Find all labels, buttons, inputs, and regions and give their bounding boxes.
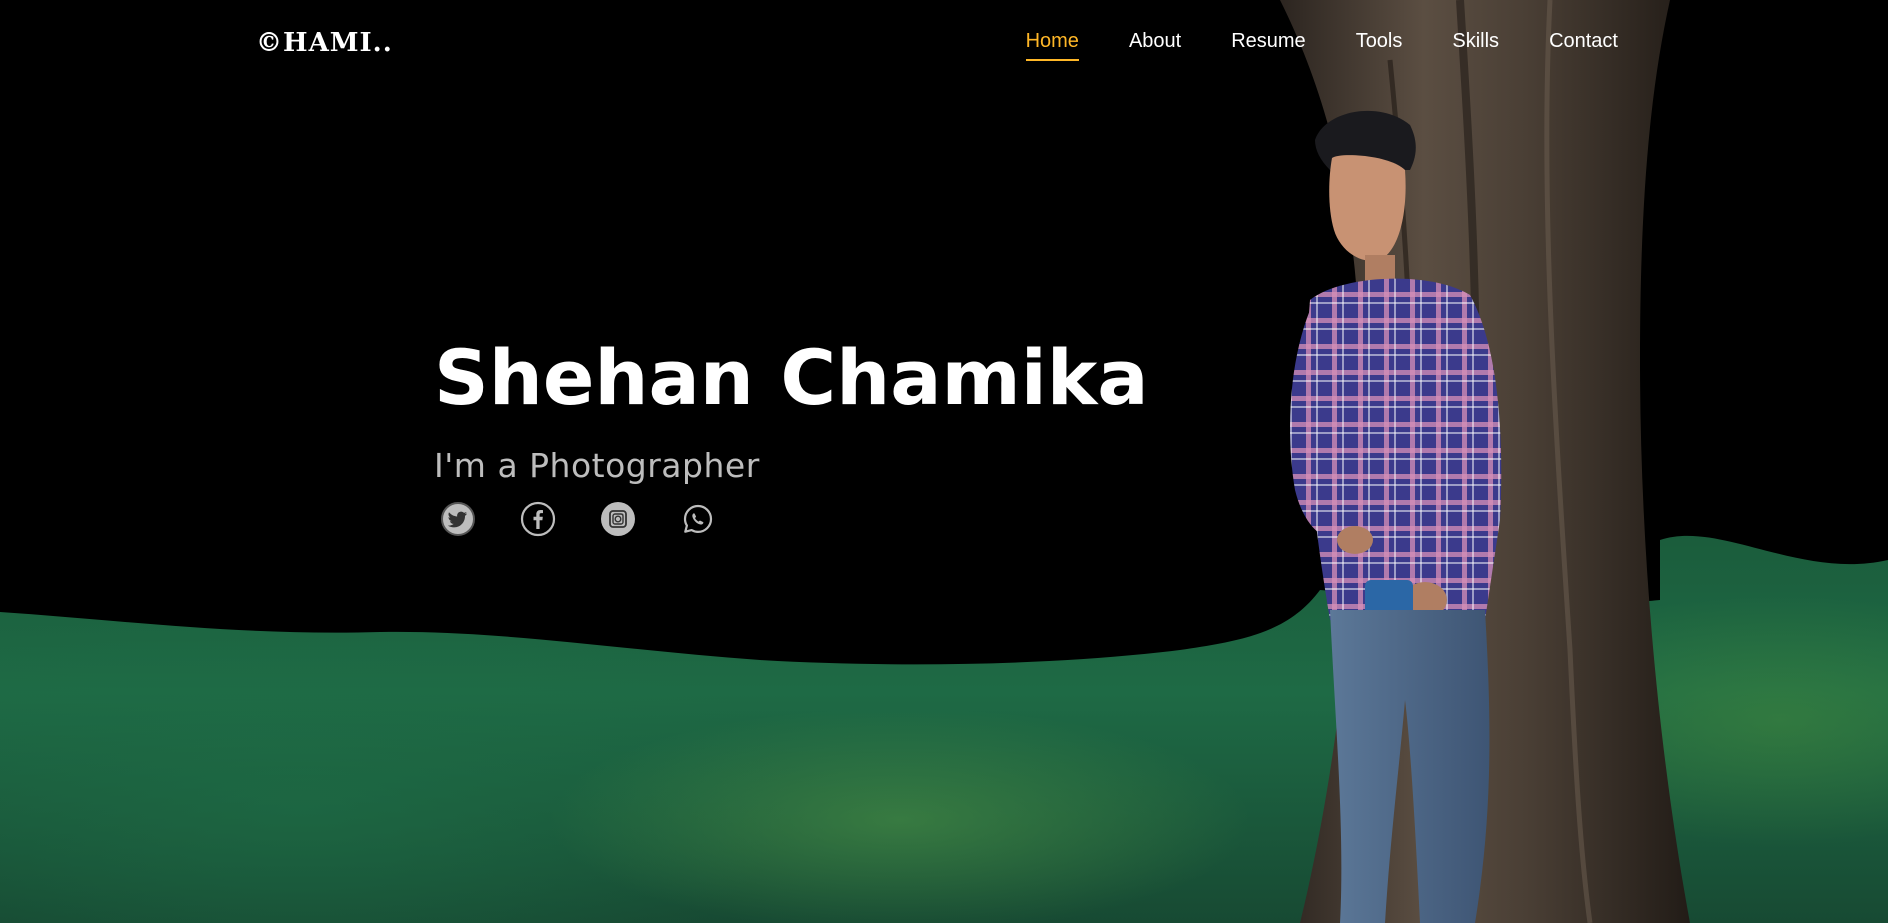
instagram-icon bbox=[601, 501, 635, 536]
social-links bbox=[440, 501, 1149, 537]
brand-logo[interactable]: ©HAMI.. bbox=[256, 28, 393, 58]
hero-section: ©HAMI.. Home About Resume Tools Skills C… bbox=[0, 0, 1888, 923]
facebook-link[interactable] bbox=[520, 501, 556, 537]
nav-item-home[interactable]: Home bbox=[1025, 30, 1080, 61]
whatsapp-link[interactable] bbox=[680, 501, 716, 537]
whatsapp-icon bbox=[683, 504, 713, 533]
nav-item-contact[interactable]: Contact bbox=[1549, 30, 1618, 59]
portrait-image bbox=[1290, 110, 1502, 923]
hero-subtitle: I'm a Photographer bbox=[434, 445, 760, 485]
twitter-link[interactable] bbox=[440, 501, 476, 537]
twitter-icon bbox=[441, 501, 475, 536]
nav-item-resume[interactable]: Resume bbox=[1231, 30, 1305, 59]
main-navigation: Home About Resume Tools Skills Contact bbox=[976, 30, 1618, 61]
nav-item-tools[interactable]: Tools bbox=[1356, 30, 1403, 59]
nav-item-skills[interactable]: Skills bbox=[1452, 30, 1499, 59]
hero-content: Shehan Chamika I'm a Photographer bbox=[434, 336, 1149, 537]
instagram-link[interactable] bbox=[600, 501, 636, 537]
nav-item-about[interactable]: About bbox=[1129, 30, 1181, 59]
facebook-icon bbox=[520, 501, 556, 536]
hero-name: Shehan Chamika bbox=[434, 333, 1149, 422]
